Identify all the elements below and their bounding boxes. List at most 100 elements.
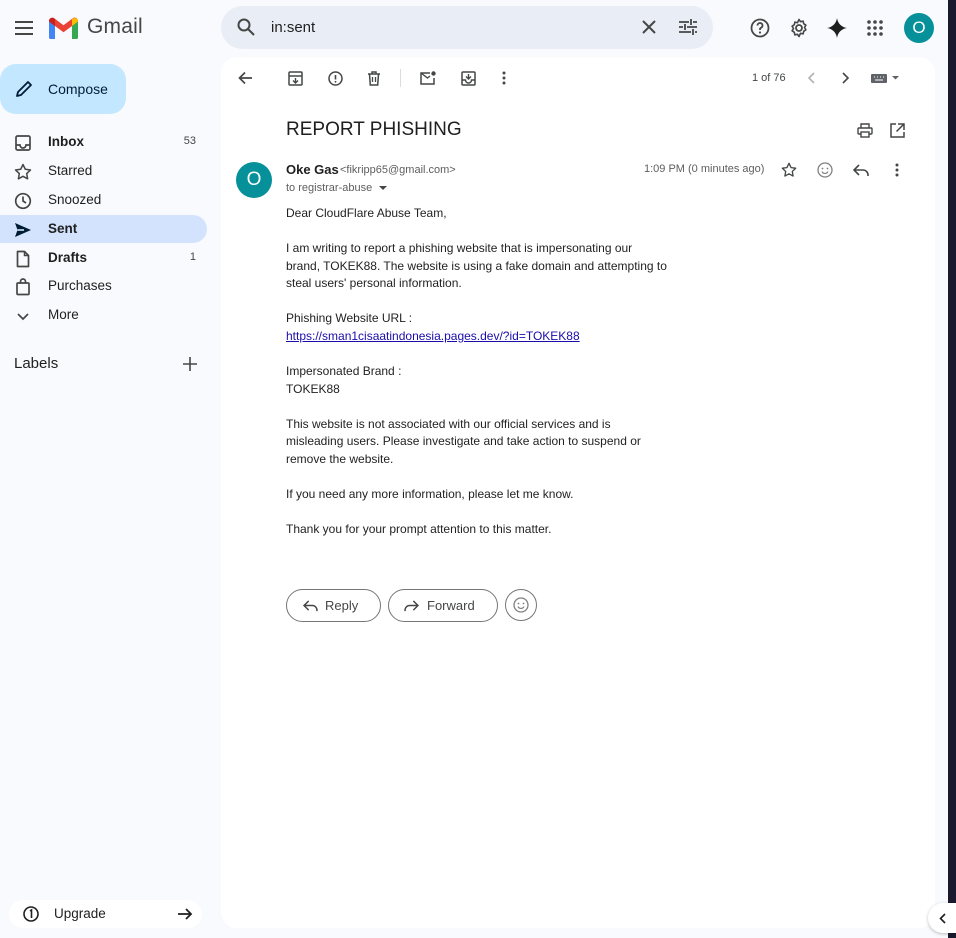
settings-button[interactable]: [783, 12, 815, 44]
draft-icon: [16, 250, 30, 268]
main-menu-button[interactable]: [8, 12, 40, 44]
body-paragraph-line: brand, TOKEK88. The website is using a f…: [286, 259, 667, 273]
mark-unread-icon: [420, 71, 436, 85]
message-more-button[interactable]: [881, 154, 913, 186]
back-button[interactable]: [229, 62, 261, 94]
clear-search-button[interactable]: [633, 11, 665, 43]
report-spam-button[interactable]: [319, 62, 351, 94]
support-button[interactable]: [744, 12, 776, 44]
sender-email: <fikripp65@gmail.com>: [340, 164, 456, 176]
send-icon: [15, 223, 31, 237]
clock-icon: [14, 192, 32, 210]
reply-label: Reply: [325, 598, 359, 613]
input-tools-button[interactable]: [870, 71, 902, 85]
gemini-button[interactable]: [821, 12, 853, 44]
compose-label: Compose: [48, 81, 108, 97]
mark-unread-button[interactable]: [412, 62, 444, 94]
plus-icon: [183, 357, 197, 371]
star-button[interactable]: [773, 154, 805, 186]
archive-button[interactable]: [279, 62, 311, 94]
apps-grid-icon: [867, 20, 883, 36]
body-paragraph-line: If you need any more information, please…: [286, 487, 574, 501]
sidebar-item-label: Inbox: [48, 134, 84, 149]
sidebar-item-drafts[interactable]: Drafts 1: [0, 244, 207, 272]
emoji-reaction-button[interactable]: [505, 589, 537, 621]
upgrade-icon: [23, 906, 39, 922]
sidebar-item-sent[interactable]: Sent: [0, 215, 207, 243]
url-label: Phishing Website URL :: [286, 311, 413, 325]
arrow-right-icon: [178, 908, 193, 920]
sidebar-item-label: Sent: [48, 221, 78, 236]
reply-icon: [303, 600, 318, 612]
more-vertical-icon: [895, 163, 899, 177]
add-reaction-button[interactable]: [809, 154, 841, 186]
sender-avatar[interactable]: O: [236, 162, 272, 198]
emoji-icon: [817, 162, 833, 178]
body-paragraph-line: remove the website.: [286, 452, 394, 466]
caret-down-icon: [379, 186, 387, 190]
forward-pill-button[interactable]: Forward: [388, 589, 498, 622]
sidebar-item-snoozed[interactable]: Snoozed: [0, 186, 207, 214]
compose-button[interactable]: Compose: [0, 64, 126, 114]
body-closing: Thank you for your prompt attention to t…: [286, 522, 552, 536]
move-to-button[interactable]: [452, 62, 484, 94]
reply-pill-button[interactable]: Reply: [286, 589, 381, 622]
sidebar-item-label: Starred: [48, 163, 93, 178]
recipients-line: to registrar-abuse: [286, 182, 373, 194]
open-new-window-button[interactable]: [881, 114, 913, 146]
tune-icon: [679, 19, 697, 35]
search-input[interactable]: in:sent: [271, 19, 315, 36]
body-paragraph-line: I am writing to report a phishing websit…: [286, 241, 633, 255]
brand-label: Impersonated Brand :: [286, 364, 402, 378]
star-icon: [14, 163, 32, 180]
body-paragraph-line: misleading users. Please investigate and…: [286, 434, 641, 448]
search-button[interactable]: [230, 11, 262, 43]
phishing-url-link[interactable]: https://sman1cisaatindonesia.pages.dev/?…: [286, 328, 580, 346]
more-actions-button[interactable]: [488, 62, 520, 94]
sidebar-item-more[interactable]: More: [0, 301, 207, 329]
close-icon: [642, 20, 656, 34]
inbox-icon: [15, 135, 31, 151]
upgrade-button[interactable]: Upgrade: [9, 900, 202, 928]
sparkle-icon: [827, 18, 847, 38]
labels-heading: Labels: [14, 355, 59, 372]
unread-count: 53: [183, 135, 196, 147]
print-icon: [857, 122, 873, 138]
newer-button[interactable]: [795, 62, 827, 94]
chevron-left-icon: [938, 912, 946, 924]
trash-icon: [368, 70, 380, 86]
print-all-button[interactable]: [849, 114, 881, 146]
delete-button[interactable]: [358, 62, 390, 94]
app-name: Gmail: [87, 15, 143, 38]
sidebar-item-purchases[interactable]: Purchases: [0, 272, 207, 300]
forward-label: Forward: [427, 598, 475, 613]
more-vertical-icon: [502, 71, 506, 85]
side-panel-toggle[interactable]: [928, 903, 956, 933]
chevron-down-icon: [17, 313, 29, 321]
sender-name[interactable]: Oke Gas: [286, 162, 339, 177]
sidebar-item-label: Purchases: [48, 278, 112, 293]
gear-icon: [791, 18, 807, 38]
sidebar-item-starred[interactable]: Starred: [0, 157, 207, 185]
create-label-button[interactable]: [174, 348, 206, 380]
reply-button[interactable]: [845, 154, 877, 186]
gmail-logo[interactable]: [49, 17, 78, 39]
account-avatar[interactable]: O: [904, 13, 934, 43]
help-icon: [750, 18, 770, 38]
menu-icon: [15, 21, 33, 35]
bag-icon: [16, 278, 30, 296]
sidebar-item-label: More: [48, 307, 79, 322]
chevron-right-icon: [842, 72, 850, 84]
drafts-count: 1: [189, 251, 196, 263]
body-paragraph-line: This website is not associated with our …: [286, 417, 611, 431]
search-options-button[interactable]: [672, 11, 704, 43]
search-bar[interactable]: in:sent: [221, 6, 713, 49]
body-paragraph-line: steal users' personal information.: [286, 276, 462, 290]
pencil-icon: [16, 81, 32, 97]
older-button[interactable]: [830, 62, 862, 94]
search-icon: [237, 18, 255, 36]
gmail-logo-icon: [49, 17, 78, 39]
apps-button[interactable]: [859, 12, 891, 44]
show-details-button[interactable]: [378, 185, 388, 191]
sidebar-item-inbox[interactable]: Inbox 53: [0, 128, 207, 156]
